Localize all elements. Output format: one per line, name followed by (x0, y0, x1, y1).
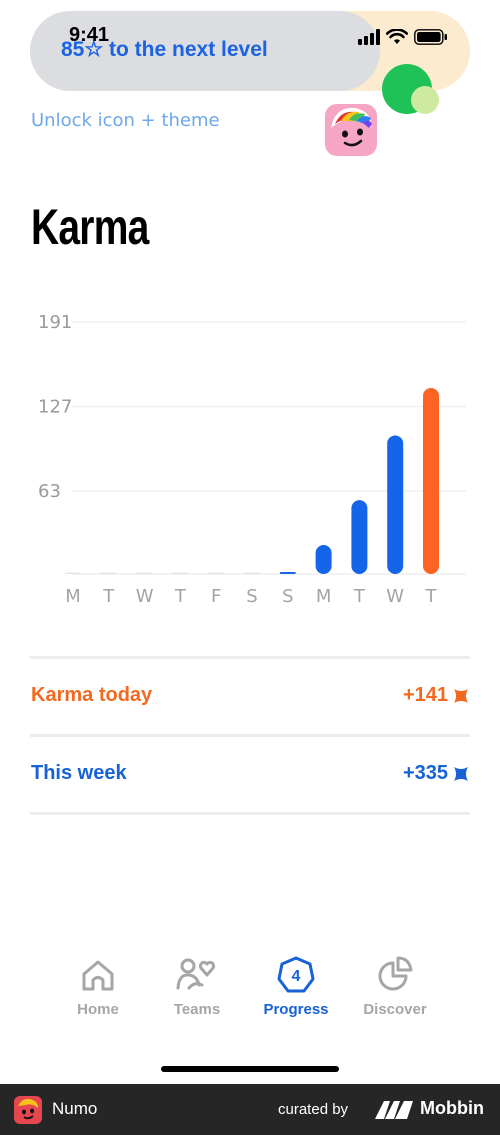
discover-icon (378, 956, 413, 991)
teams-icon (176, 958, 216, 990)
karma-star-icon (454, 766, 468, 781)
divider (30, 656, 470, 659)
status-icons (358, 28, 448, 46)
chart-bar[interactable] (387, 435, 404, 574)
green-dot-decoration (411, 86, 439, 114)
wifi-icon (386, 29, 408, 44)
footer-brand: Mobbin (420, 1098, 484, 1118)
divider (30, 734, 470, 737)
footer-curated-by: curated by (278, 1101, 349, 1118)
home-icon (82, 960, 114, 991)
progress-icon: 4 (277, 956, 315, 993)
tab-progress-label: Progress (263, 1001, 329, 1018)
tab-discover-label: Discover (363, 1001, 427, 1018)
tab-home[interactable]: Home (48, 955, 148, 1018)
footer-bar: Numo curated by Mobbin (0, 1084, 500, 1135)
chart-bar[interactable] (423, 387, 439, 574)
y-tick-label: 63 (38, 481, 61, 502)
chart-bar[interactable] (65, 572, 81, 575)
x-tick-label: S (282, 586, 293, 607)
karma-today-value: +141 (403, 684, 469, 707)
this-week-value: +335 (403, 762, 469, 785)
y-tick-label: 127 (38, 396, 72, 417)
chart-bar[interactable] (315, 544, 332, 574)
x-tick-label: T (174, 586, 187, 607)
x-tick-label: T (425, 586, 438, 607)
x-tick-label: F (211, 586, 221, 607)
chart-bar[interactable] (100, 572, 117, 575)
chart-bar[interactable] (208, 572, 225, 575)
tab-progress[interactable]: 4 Progress (246, 955, 346, 1018)
chart-bar[interactable] (244, 572, 260, 575)
progress-badge: 4 (292, 968, 301, 985)
page-title: Karma (31, 199, 149, 255)
x-tick-label: T (102, 586, 115, 607)
signal-icon (358, 29, 380, 45)
numo-app-icon (325, 104, 377, 156)
chart-bar[interactable] (351, 500, 368, 574)
x-tick-label: M (65, 586, 81, 607)
x-tick-label: M (316, 586, 332, 607)
this-week-amount: +335 (402, 762, 448, 784)
battery-icon (414, 29, 447, 45)
tab-teams-label: Teams (173, 1001, 221, 1018)
mobbin-logo-icon (375, 1101, 413, 1119)
status-time: 9:41 (69, 24, 110, 46)
chart-bar[interactable] (172, 572, 189, 575)
karma-today-label: Karma today (31, 684, 153, 706)
tab-teams[interactable]: Teams (147, 955, 247, 1018)
tab-discover[interactable]: Discover (345, 955, 445, 1018)
chart-bar[interactable] (279, 572, 296, 574)
x-tick-label: W (386, 586, 404, 607)
x-tick-label: W (136, 586, 154, 607)
x-tick-label: S (246, 586, 257, 607)
numo-footer-icon (14, 1096, 42, 1124)
tab-home-label: Home (77, 1001, 119, 1018)
karma-today-amount: +141 (402, 684, 448, 706)
karma-bar-chart: 19112763M T W T F S S M T W T (38, 312, 466, 607)
x-tick-label: T (353, 586, 366, 607)
footer-app-name: Numo (52, 1099, 98, 1118)
divider (30, 812, 470, 815)
home-indicator[interactable] (161, 1066, 339, 1072)
karma-star-icon (454, 688, 468, 703)
chart-bar[interactable] (136, 572, 153, 575)
this-week-label: This week (31, 762, 127, 784)
unlock-subtitle: Unlock icon + theme (31, 110, 220, 131)
y-tick-label: 191 (38, 312, 72, 333)
